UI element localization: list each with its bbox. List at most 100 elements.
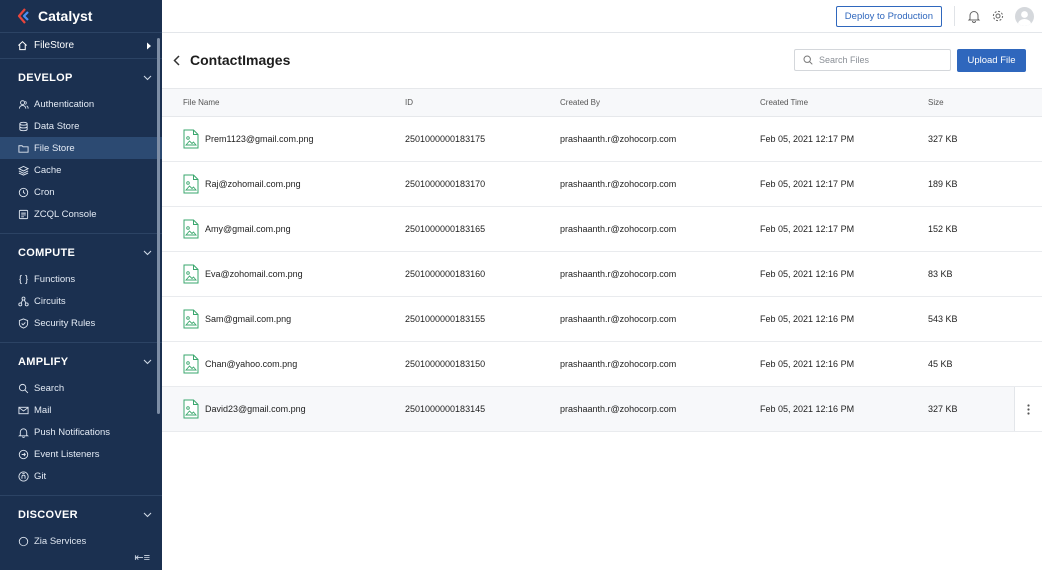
sidebar-item-label: Cache — [34, 164, 62, 176]
users-icon — [18, 99, 29, 109]
service-selector[interactable]: FileStore — [0, 33, 162, 59]
bell-icon[interactable] — [967, 9, 981, 23]
column-header-created-time[interactable]: Created Time — [760, 98, 808, 107]
sidebar-item-push-notifications[interactable]: Push Notifications — [0, 421, 162, 443]
search-box[interactable] — [794, 49, 951, 71]
size-cell: 327 KB — [928, 404, 958, 414]
upload-file-button[interactable]: Upload File — [957, 48, 1026, 72]
created-time-cell: Feb 05, 2021 12:16 PM — [760, 359, 855, 369]
size-cell: 83 KB — [928, 269, 953, 279]
file-name-cell[interactable]: Raj@zohomail.com.png — [183, 174, 301, 194]
chevron-right-icon — [147, 42, 151, 49]
file-name: Raj@zohomail.com.png — [205, 179, 301, 189]
created-time-cell: Feb 05, 2021 12:16 PM — [760, 314, 855, 324]
sidebar-item-label: Mail — [34, 404, 52, 416]
created-time-cell: Feb 05, 2021 12:17 PM — [760, 134, 855, 144]
back-button[interactable] — [168, 50, 184, 70]
git-icon — [18, 470, 29, 481]
sidebar-item-cron[interactable]: Cron — [0, 181, 162, 203]
chevron-left-icon — [172, 54, 180, 66]
file-name: David23@gmail.com.png — [205, 404, 306, 414]
sidebar-item-functions[interactable]: Functions — [0, 268, 162, 290]
section-header-compute[interactable]: COMPUTE — [0, 238, 162, 268]
image-file-icon — [183, 354, 199, 374]
file-id-cell: 2501000000183170 — [405, 179, 486, 189]
sidebar-item-label: Cron — [34, 186, 55, 198]
sidebar-nav: DEVELOP Authentication Data Store File S… — [0, 63, 162, 552]
row-actions-button[interactable] — [1014, 387, 1042, 431]
table-row[interactable]: Chan@yahoo.com.png 2501000000183150 pras… — [162, 342, 1042, 387]
size-cell: 152 KB — [928, 224, 958, 234]
image-file-icon — [183, 399, 199, 419]
created-by-cell: prashaanth.r@zohocorp.com — [560, 269, 677, 279]
chevron-down-icon — [143, 75, 152, 81]
file-id-cell: 2501000000183165 — [405, 224, 486, 234]
sidebar-item-authentication[interactable]: Authentication — [0, 93, 162, 115]
search-files-input[interactable] — [819, 55, 939, 65]
sidebar-item-label: Push Notifications — [34, 426, 111, 438]
sidebar-item-security-rules[interactable]: Security Rules — [0, 312, 162, 334]
sidebar-item-zcql-console[interactable]: ZCQL Console — [0, 203, 162, 225]
gear-icon[interactable] — [991, 9, 1005, 23]
file-name-cell[interactable]: David23@gmail.com.png — [183, 399, 306, 419]
column-header-created-by[interactable]: Created By — [560, 98, 600, 107]
section-title: COMPUTE — [18, 247, 76, 259]
file-name-cell[interactable]: Sam@gmail.com.png — [183, 309, 291, 329]
folder-icon — [18, 144, 29, 153]
image-file-icon — [183, 309, 199, 329]
table-header: File Name ID Created By Created Time Siz… — [162, 88, 1042, 117]
mail-icon — [18, 406, 29, 414]
collapse-sidebar-icon[interactable]: ⇤≡ — [134, 551, 150, 564]
sidebar-item-event-listeners[interactable]: Event Listeners — [0, 443, 162, 465]
file-name-cell[interactable]: Eva@zohomail.com.png — [183, 264, 303, 284]
table-row[interactable]: Sam@gmail.com.png 2501000000183155 prash… — [162, 297, 1042, 342]
shield-icon — [18, 317, 29, 329]
column-header-id[interactable]: ID — [405, 98, 413, 107]
table-row[interactable]: Raj@zohomail.com.png 2501000000183170 pr… — [162, 162, 1042, 207]
sidebar-item-git[interactable]: Git — [0, 465, 162, 487]
table-row[interactable]: David23@gmail.com.png 2501000000183145 p… — [162, 387, 1042, 432]
sidebar: Catalyst FileStore DEVELOP Authenticatio… — [0, 0, 162, 570]
sidebar-item-search[interactable]: Search — [0, 377, 162, 399]
file-id-cell: 2501000000183175 — [405, 134, 486, 144]
bell-icon — [18, 427, 29, 438]
file-name-cell[interactable]: Chan@yahoo.com.png — [183, 354, 297, 374]
chevron-down-icon — [143, 512, 152, 518]
sidebar-item-label: ZCQL Console — [34, 208, 97, 220]
table-row[interactable]: Prem1123@gmail.com.png 2501000000183175 … — [162, 117, 1042, 162]
user-avatar-icon — [1018, 10, 1031, 26]
column-header-file-name[interactable]: File Name — [183, 98, 219, 107]
sidebar-item-mail[interactable]: Mail — [0, 399, 162, 421]
section-header-amplify[interactable]: AMPLIFY — [0, 347, 162, 377]
size-cell: 543 KB — [928, 314, 958, 324]
sidebar-item-file-store[interactable]: File Store — [0, 137, 162, 159]
table-row[interactable]: Amy@gmail.com.png 2501000000183165 prash… — [162, 207, 1042, 252]
avatar[interactable] — [1015, 6, 1034, 26]
sidebar-item-circuits[interactable]: Circuits — [0, 290, 162, 312]
sidebar-item-label: Functions — [34, 273, 76, 285]
file-name-cell[interactable]: Amy@gmail.com.png — [183, 219, 291, 239]
file-id-cell: 2501000000183150 — [405, 359, 486, 369]
sidebar-item-label: Data Store — [34, 120, 80, 132]
created-by-cell: prashaanth.r@zohocorp.com — [560, 404, 677, 414]
sidebar-item-label: File Store — [34, 142, 75, 154]
section-title: AMPLIFY — [18, 356, 69, 368]
file-name-cell[interactable]: Prem1123@gmail.com.png — [183, 129, 314, 149]
section-header-develop[interactable]: DEVELOP — [0, 63, 162, 93]
topbar: Deploy to Production — [162, 0, 1042, 33]
section-header-discover[interactable]: DISCOVER — [0, 500, 162, 530]
circuit-icon — [18, 296, 29, 306]
sidebar-item-data-store[interactable]: Data Store — [0, 115, 162, 137]
sidebar-scrollbar[interactable] — [157, 38, 160, 414]
size-cell: 189 KB — [928, 179, 958, 189]
sidebar-item-cache[interactable]: Cache — [0, 159, 162, 181]
column-header-size[interactable]: Size — [928, 98, 944, 107]
section-title: DEVELOP — [18, 72, 73, 84]
deploy-to-production-button[interactable]: Deploy to Production — [835, 5, 942, 27]
home-icon — [18, 40, 27, 51]
topbar-divider — [954, 6, 955, 26]
page-header: ContactImages Upload File — [162, 44, 1042, 76]
chevron-down-icon — [143, 359, 152, 365]
brand[interactable]: Catalyst — [0, 0, 162, 33]
table-row[interactable]: Eva@zohomail.com.png 2501000000183160 pr… — [162, 252, 1042, 297]
